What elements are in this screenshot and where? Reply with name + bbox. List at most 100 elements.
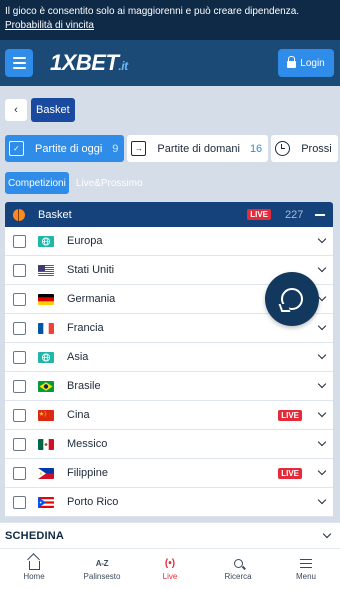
tab-count: 16 [249,142,263,155]
country-name: Filippine [67,467,108,479]
chevron-down-icon [322,529,332,538]
country-row-brasile[interactable]: Brasile [5,372,333,401]
country-name: Cina [67,409,90,421]
chevron-down-icon[interactable] [317,495,327,505]
live-badge: LIVE [278,467,302,479]
tab-competizioni[interactable]: Competizioni [5,172,69,194]
favorite-checkbox[interactable] [13,234,26,248]
favorite-checkbox[interactable] [13,350,26,364]
country-row-messico[interactable]: Messico [5,430,333,459]
flag-de-icon [38,293,54,305]
country-row-porto-rico[interactable]: Porto Rico [5,488,333,517]
live-icon: (•) [164,558,176,569]
country-name: Europa [67,235,103,247]
chevron-down-icon[interactable] [317,408,327,418]
flag-globe-icon [38,351,54,363]
country-name: Brasile [67,380,101,392]
chevron-down-icon[interactable] [317,379,327,389]
favorite-checkbox[interactable] [13,292,26,306]
favorite-checkbox[interactable] [13,379,26,393]
menu-icon [300,558,312,569]
country-name: Messico [67,438,108,450]
sport-header[interactable]: Basket LIVE 227 [5,202,333,227]
country-row-cina[interactable]: Cina LIVE [5,401,333,430]
tab-today-matches[interactable]: ✓ Partite di oggi 9 [5,135,125,162]
brand-logo[interactable]: 1XBET.it [50,50,128,76]
flag-fr-icon [38,322,54,334]
betslip-bar[interactable]: SCHEDINA [0,522,340,548]
nav-menu[interactable]: Menu [272,549,340,589]
event-count: 227 [285,208,304,221]
tab-label: Partite di domani [157,142,240,155]
chevron-down-icon[interactable] [317,263,327,273]
tab-label: Prossi [301,142,332,155]
betslip-label: SCHEDINA [5,529,65,542]
login-label: Login [300,57,325,69]
country-name: Porto Rico [67,496,119,508]
back-button[interactable]: ‹ [5,99,27,121]
day-tabs: ✓ Partite di oggi 9 → Partite di domani … [5,135,338,162]
chevron-down-icon[interactable] [317,321,327,331]
country-list: Basket LIVE 227 Europa Stati Uniti Germani… [5,202,333,517]
arrow-calendar-icon: → [131,141,147,156]
nav-label: Live [162,572,178,581]
flag-globe-icon [38,235,54,247]
nav-home[interactable]: Home [0,549,68,589]
tab-count: 9 [112,142,119,155]
flag-br-icon [38,380,54,392]
breadcrumb: ‹ Basket [5,98,75,122]
tab-live-prossimo[interactable]: Live&Prossimo [73,172,146,194]
age-warning-banner: Il gioco è consentito solo ai maggiorenn… [0,0,340,40]
favorite-checkbox[interactable] [13,408,26,422]
nav-label: Palinsesto [83,572,121,581]
chevron-down-icon[interactable] [317,292,327,302]
top-header: 1XBET.it Login [0,40,340,86]
country-row-asia[interactable]: Asia [5,343,333,372]
country-row-europa[interactable]: Europa [5,227,333,256]
live-badge: LIVE [278,409,302,421]
flag-cn-icon [38,409,54,421]
chat-icon [281,288,303,310]
tab-tomorrow-matches[interactable]: → Partite di domani 16 [127,135,269,162]
chevron-down-icon[interactable] [317,234,327,244]
logo-suffix: .it [118,59,128,73]
home-icon [28,561,40,570]
sport-name: Basket [38,208,72,221]
chevron-down-icon[interactable] [317,350,327,360]
clock-icon [275,141,291,156]
live-badge: LIVE [247,209,271,220]
nav-ricerca[interactable]: Ricerca [204,549,272,589]
nav-label: Ricerca [224,572,252,581]
tab-label: Partite di oggi [35,142,103,155]
check-calendar-icon: ✓ [9,141,24,156]
tab-upcoming[interactable]: Prossi [271,135,338,162]
favorite-checkbox[interactable] [13,437,26,451]
nav-live[interactable]: (•) Live [136,549,204,589]
bottom-navigation: Home A-Z Palinsesto (•) Live Ricerca Men… [0,548,340,589]
chat-support-button[interactable] [265,272,319,326]
flag-mx-icon [38,438,54,450]
collapse-icon[interactable] [315,213,325,216]
nav-palinsesto[interactable]: A-Z Palinsesto [68,549,136,589]
lock-icon [287,56,297,68]
logo-text: 1XBET [50,50,119,75]
chevron-down-icon[interactable] [317,437,327,447]
breadcrumb-current[interactable]: Basket [31,98,75,122]
flag-us-icon [38,264,54,276]
country-name: Asia [67,351,89,363]
odds-link[interactable]: Probabilità di vincita [5,20,94,31]
basketball-icon [13,208,25,221]
country-row-filippine[interactable]: Filippine LIVE [5,459,333,488]
hamburger-menu-button[interactable] [5,49,33,77]
favorite-checkbox[interactable] [13,466,26,480]
favorite-checkbox[interactable] [13,321,26,335]
nav-label: Home [23,572,45,581]
favorite-checkbox[interactable] [13,263,26,277]
search-icon [233,559,243,568]
login-button[interactable]: Login [278,49,334,77]
favorite-checkbox[interactable] [13,495,26,509]
az-icon: A-Z [95,559,109,568]
chevron-down-icon[interactable] [317,466,327,476]
age-warning-text: Il gioco è consentito solo ai maggiorenn… [5,6,300,17]
sub-tabs: Competizioni Live&Prossimo [5,172,146,194]
